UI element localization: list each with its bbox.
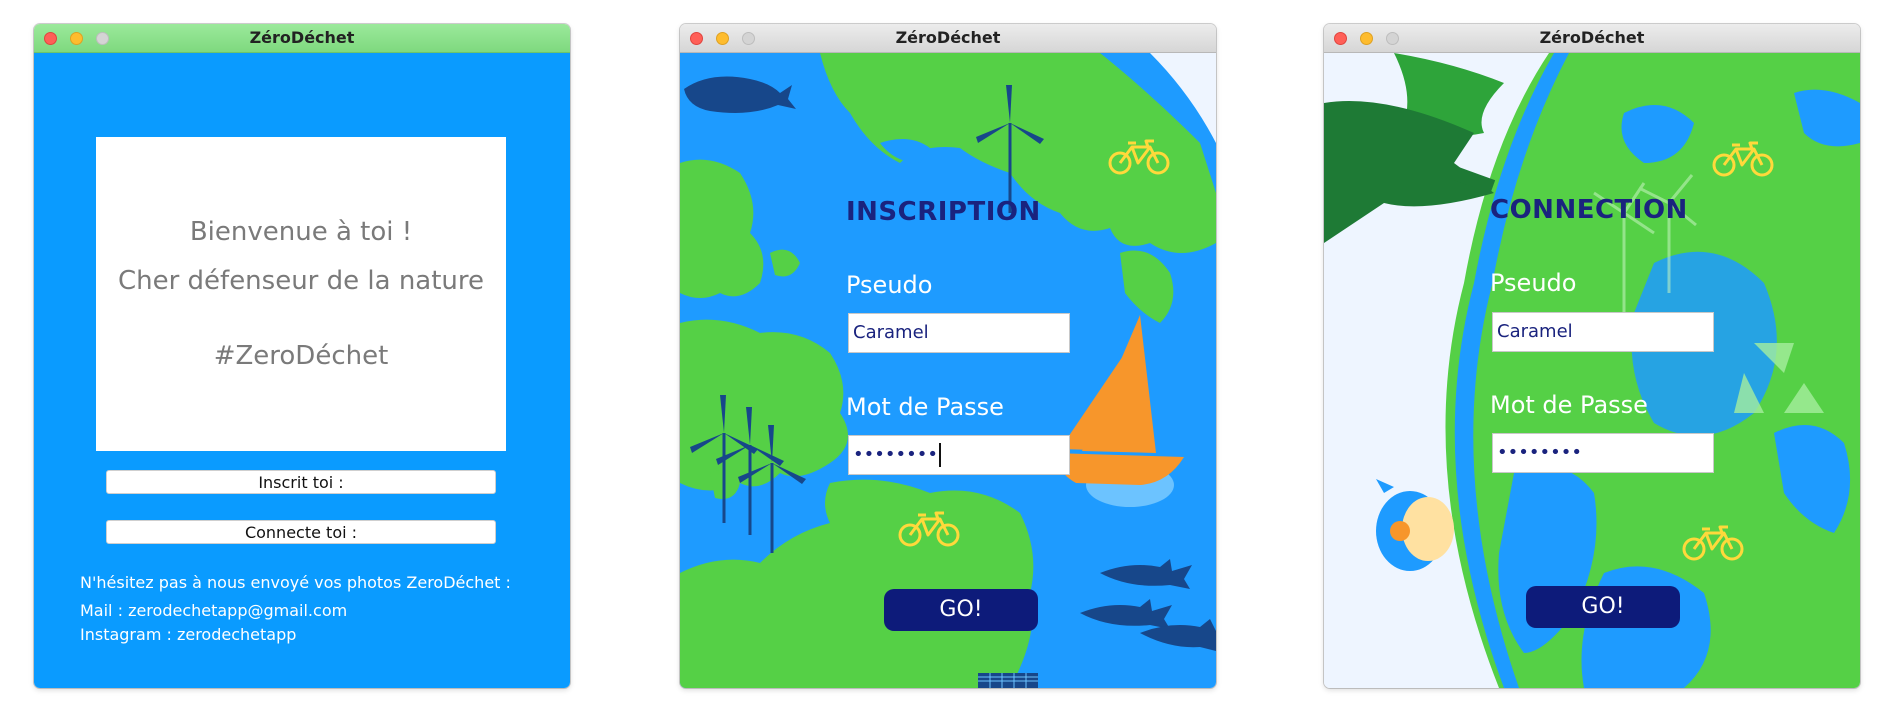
contact-instagram: Instagram : zerodechetapp xyxy=(80,625,297,644)
text-caret xyxy=(938,443,941,467)
window-title: ZéroDéchet xyxy=(1539,28,1645,47)
password-label: Mot de Passe xyxy=(846,393,1004,421)
window-title: ZéroDéchet xyxy=(895,28,1001,47)
go-button[interactable]: GO! xyxy=(884,589,1038,631)
go-button[interactable]: GO! xyxy=(1526,586,1680,628)
welcome-window: ZéroDéchet Bienvenue à toi ! Cher défens… xyxy=(34,24,570,688)
title-bar: ZéroDéchet xyxy=(34,24,570,53)
welcome-content: Bienvenue à toi ! Cher défenseur de la n… xyxy=(34,53,570,688)
login-button[interactable]: Connecte toi : xyxy=(106,520,496,544)
connection-content: CONNECTION Pseudo Caramel Mot de Passe •… xyxy=(1324,53,1860,688)
title-bar: ZéroDéchet xyxy=(680,24,1216,53)
password-label: Mot de Passe xyxy=(1490,391,1648,419)
pseudo-input[interactable]: Caramel xyxy=(1492,312,1714,352)
inscription-content: INSCRIPTION Pseudo Caramel Mot de Passe … xyxy=(680,53,1216,688)
title-bar: ZéroDéchet xyxy=(1324,24,1860,53)
connection-window: ZéroDéchet CONNECTION Pseudo Caramel Mot… xyxy=(1324,24,1860,688)
contact-mail: Mail : zerodechetapp@gmail.com xyxy=(80,601,348,620)
pseudo-label: Pseudo xyxy=(846,271,933,299)
inscription-heading: INSCRIPTION xyxy=(846,197,1041,227)
welcome-greeting: Bienvenue à toi ! xyxy=(189,217,413,247)
password-input[interactable]: •••••••• xyxy=(1492,433,1714,473)
pseudo-input[interactable]: Caramel xyxy=(848,313,1070,353)
welcome-hashtag: #ZeroDéchet xyxy=(213,341,389,371)
inscription-window: ZéroDéchet INSCRIPTION Pseudo Caramel Mo… xyxy=(680,24,1216,688)
welcome-subtitle: Cher défenseur de la nature xyxy=(117,266,485,296)
connection-heading: CONNECTION xyxy=(1490,195,1688,225)
password-input[interactable]: •••••••• xyxy=(848,435,1070,475)
register-button[interactable]: Inscrit toi : xyxy=(106,470,496,494)
pseudo-label: Pseudo xyxy=(1490,269,1577,297)
welcome-card: Bienvenue à toi ! Cher défenseur de la n… xyxy=(96,137,506,451)
window-title: ZéroDéchet xyxy=(249,28,355,47)
contact-invitation: N'hésitez pas à nous envoyé vos photos Z… xyxy=(80,573,511,592)
password-dots: •••••••• xyxy=(853,444,938,465)
